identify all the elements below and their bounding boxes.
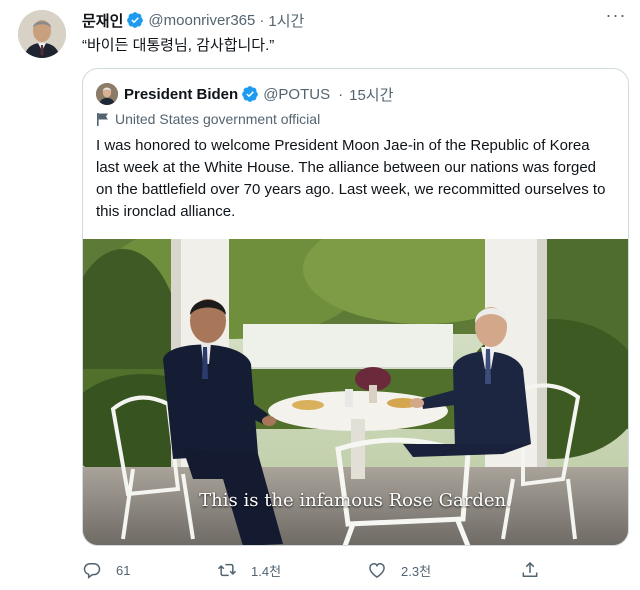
tweet[interactable]: 문재인 @moonriver365 · 1시간 ··· “바이든 대통령님, 감…: [0, 0, 640, 590]
retweet-count: 1.4천: [251, 563, 282, 579]
quoted-tweet-time[interactable]: 15시간: [349, 84, 393, 105]
tweet-actions: 61 1.4천 2.3천: [82, 556, 552, 584]
tweet-header: 문재인 @moonriver365 · 1시간: [82, 9, 304, 31]
more-options-icon[interactable]: ···: [602, 6, 630, 30]
reply-count: 61: [116, 562, 131, 578]
separator-dot: ·: [259, 11, 265, 29]
quoted-author-name[interactable]: President Biden: [124, 86, 238, 103]
flag-icon: [97, 113, 108, 126]
tweet-text: “바이든 대통령님, 감사합니다.”: [82, 37, 275, 54]
tweet-time[interactable]: 1시간: [268, 10, 304, 31]
reply-button[interactable]: 61: [82, 556, 130, 584]
share-button[interactable]: [520, 556, 554, 584]
heart-icon: [369, 562, 385, 578]
quoted-tweet[interactable]: President Biden @POTUS · 15시간 United Sta…: [82, 68, 629, 546]
retweet-icon: [217, 563, 237, 577]
author-avatar[interactable]: [18, 10, 66, 58]
video-caption: This is the infamous Rose Garden.: [199, 490, 512, 511]
quoted-tweet-header: President Biden @POTUS · 15시간: [96, 82, 393, 106]
like-count: 2.3천: [401, 563, 432, 579]
quoted-author-handle[interactable]: @POTUS: [263, 86, 330, 103]
government-label-text: United States government official: [115, 111, 321, 127]
retweet-button[interactable]: 1.4천: [217, 556, 281, 584]
author-handle[interactable]: @moonriver365: [148, 12, 255, 29]
like-button[interactable]: 2.3천: [367, 556, 431, 584]
reply-icon: [83, 563, 101, 579]
author-name[interactable]: 문재인: [82, 10, 123, 31]
verified-badge-icon: [242, 86, 259, 102]
verified-badge-icon: [127, 12, 144, 28]
quoted-tweet-text: I was honored to welcome President Moon …: [96, 137, 606, 220]
separator-dot: ·: [338, 85, 344, 103]
share-icon: [522, 562, 538, 577]
quoted-media-video[interactable]: This is the infamous Rose Garden.: [83, 239, 628, 545]
government-label: United States government official: [96, 109, 320, 129]
quoted-author-avatar[interactable]: [96, 83, 118, 105]
